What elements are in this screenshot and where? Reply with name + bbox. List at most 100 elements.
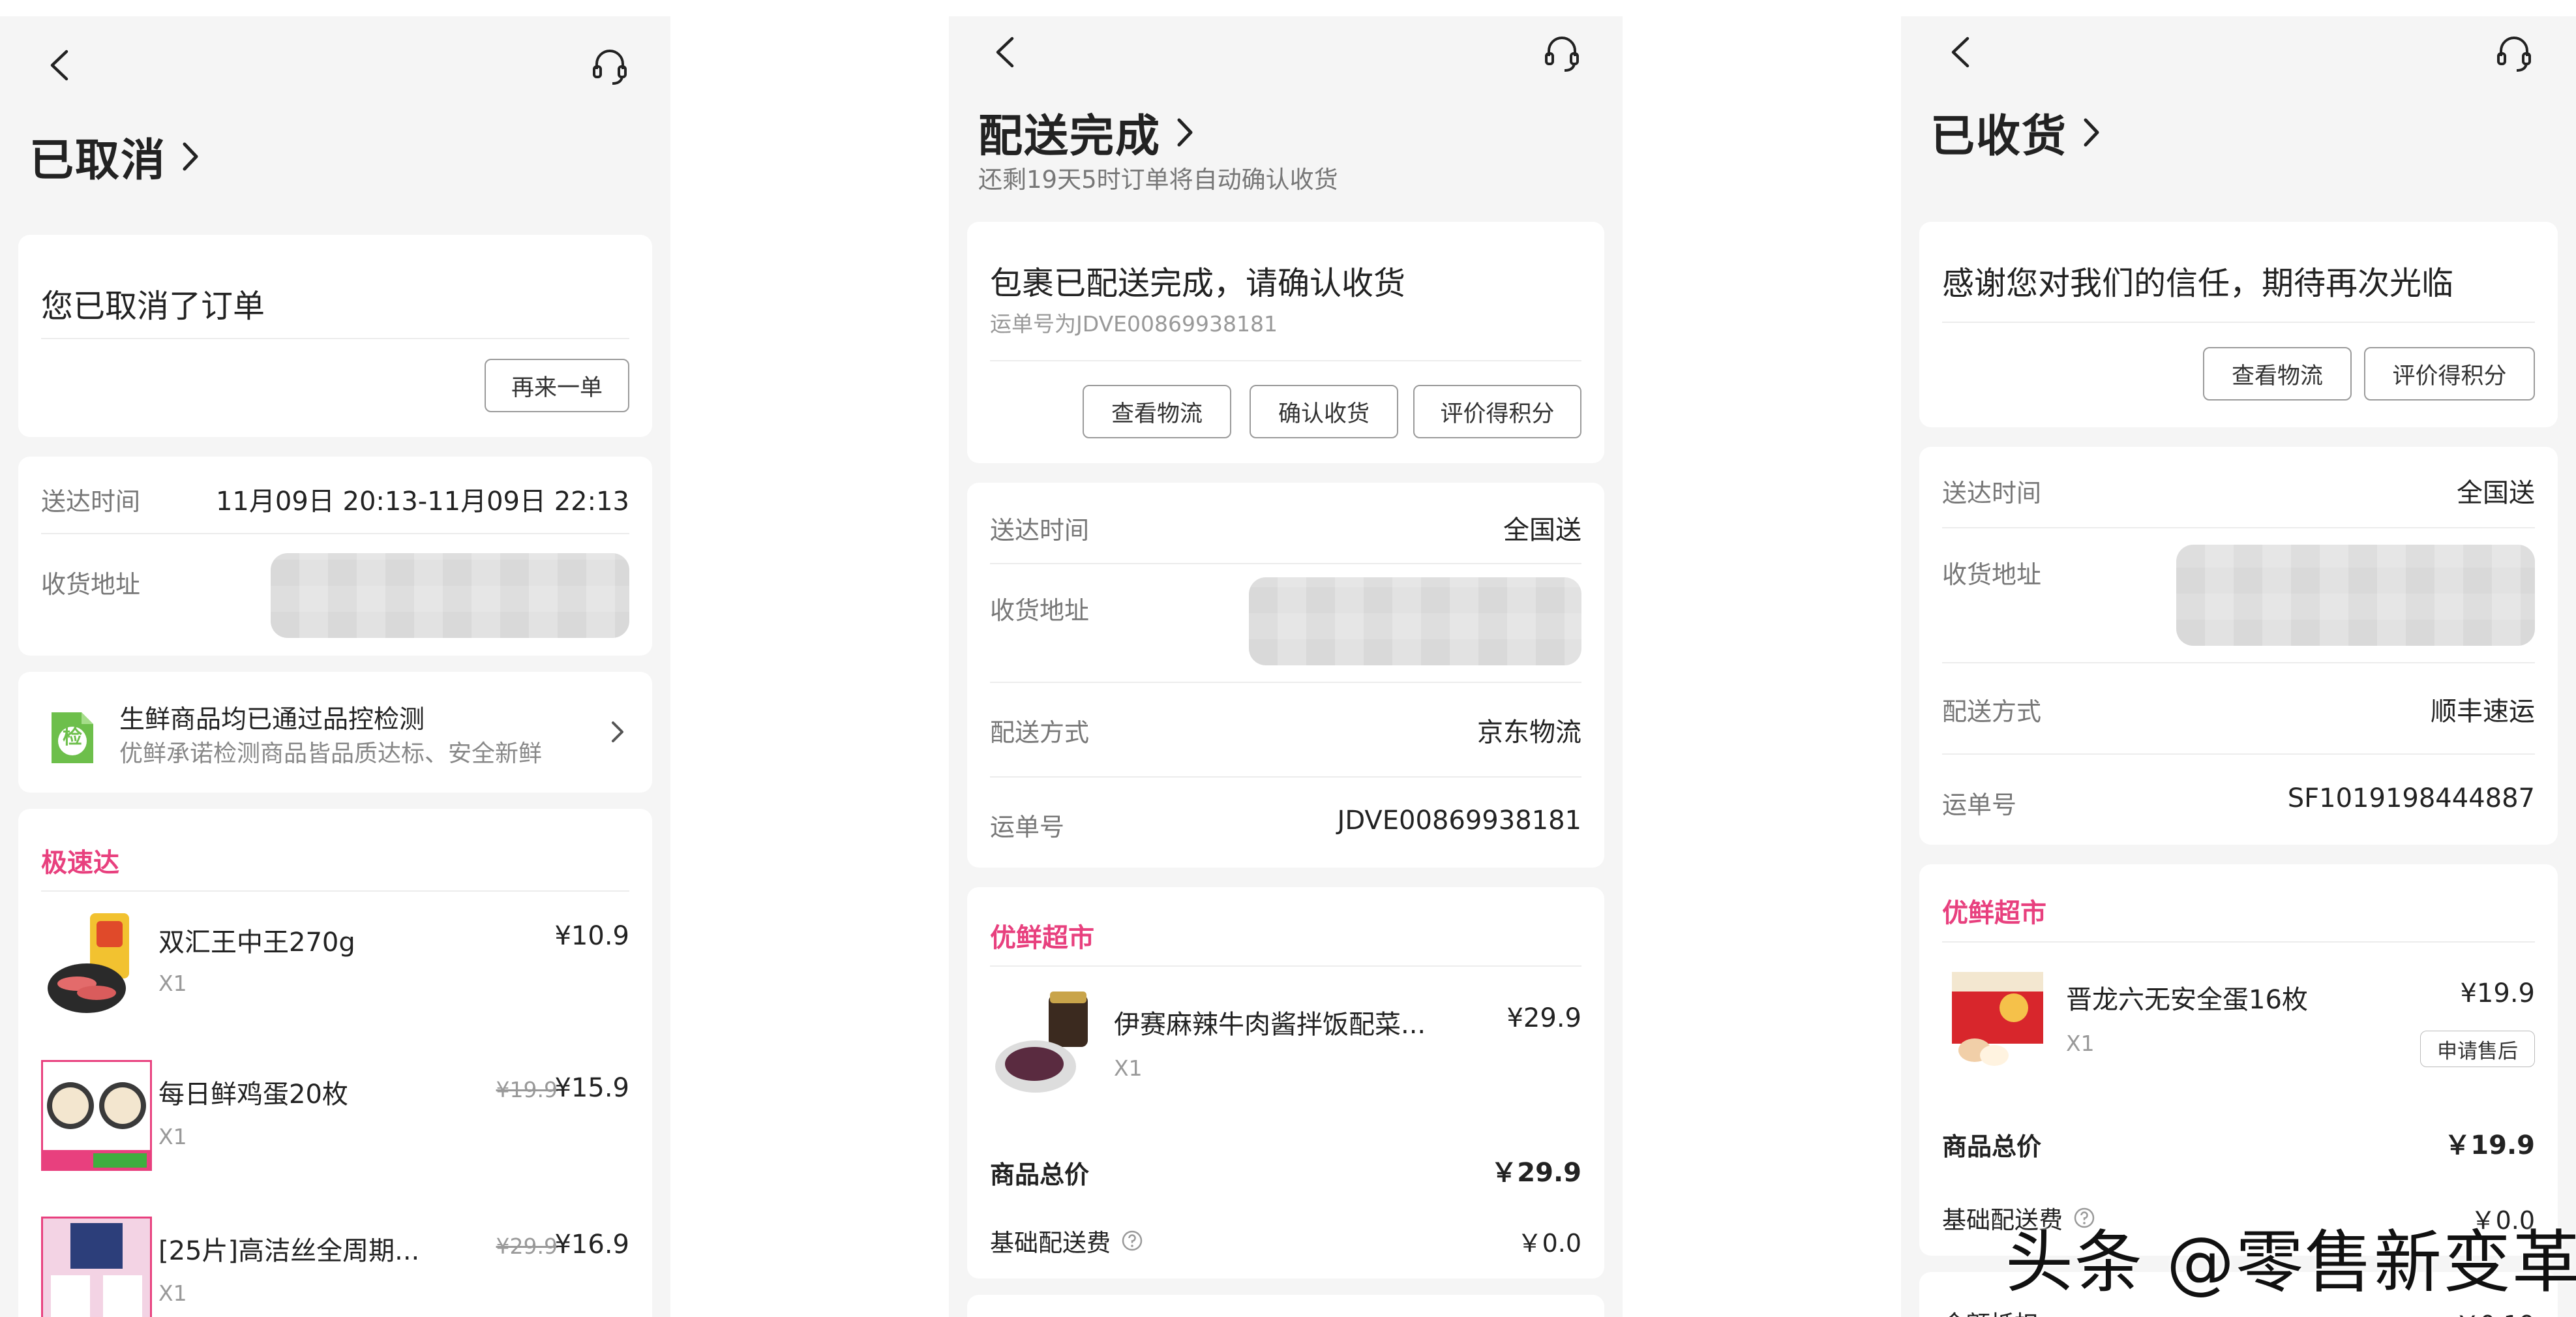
store-name: 优鲜超市 [990, 923, 1094, 953]
delivery-time-label: 送达时间 [41, 487, 141, 516]
quality-badge-text: 检 [63, 726, 82, 749]
divider [990, 776, 1581, 778]
delivery-time-value: 11月09日 20:13-11月09日 22:13 [215, 487, 629, 517]
store-name: 优鲜超市 [1942, 898, 2046, 928]
divider [41, 890, 629, 892]
waybill-value: SF1019198444887 [2287, 783, 2535, 813]
shipping-method-label: 配送方式 [990, 718, 1090, 747]
product-thumbnail-eggs [41, 1060, 152, 1171]
total-price-value: ￥19.9 [2444, 1130, 2535, 1160]
quality-subtitle: 优鲜承诺检测商品皆品质达标、安全新鲜 [119, 740, 543, 767]
product-qty: X1 [2066, 1031, 2095, 1056]
product-name: 晋龙六无安全蛋16枚 [2066, 985, 2308, 1015]
delivery-info-card: 送达时间 全国送 收货地址 配送方式 顺丰速运 运单号 SF1019198444… [1919, 447, 2558, 845]
order-status-title: 已取消 [29, 135, 167, 187]
chevron-right-icon [2084, 118, 2099, 146]
tracking-note: 运单号为JDVE00869938181 [990, 311, 1278, 337]
watermark: 头条 @零售新变革 [2005, 1222, 2576, 1302]
delivery-time-value: 全国送 [2457, 478, 2535, 508]
order-notice-card: 包裹已配送完成，请确认收货 运单号为JDVE00869938181 查看物流 确… [967, 222, 1604, 463]
customer-service-icon[interactable] [590, 46, 629, 87]
divider [1942, 941, 2535, 943]
product-thumbnail-pads [41, 1217, 152, 1317]
product-thumbnail-beef-sauce [995, 992, 1088, 1093]
shipping-method-label: 配送方式 [1942, 697, 2042, 726]
next-card [967, 1295, 1604, 1317]
product-qty: X1 [158, 971, 187, 996]
product-name: 每日鲜鸡蛋20枚 [158, 1080, 348, 1110]
divider [1942, 753, 2535, 755]
base-delivery-fee: 基础配送费 [990, 1223, 1143, 1258]
customer-service-icon[interactable] [2494, 33, 2534, 74]
order-status-header[interactable]: 已收货 [1930, 100, 2103, 164]
waybill-label: 运单号 [990, 813, 1065, 841]
chevron-right-icon [612, 721, 623, 742]
product-price: ¥19.9 [2460, 978, 2535, 1008]
product-qty: X1 [158, 1124, 187, 1149]
product-name: [25片]高洁丝全周期... [158, 1236, 420, 1266]
product-list-card: 优鲜超市 晋龙六无安全蛋16枚 X1 ¥19.9 申请售后 商品总价 ￥19.9… [1919, 864, 2558, 1256]
reorder-button[interactable]: 再来一单 [485, 359, 629, 412]
delivery-time-label: 送达时间 [990, 516, 1090, 545]
address-value-redacted [271, 553, 629, 638]
address-label: 收货地址 [990, 596, 1090, 625]
delivery-time-label: 送达时间 [1942, 479, 2042, 507]
product-price: ¥29.9 [1506, 1003, 1581, 1033]
order-notice-card: 感谢您对我们的信任，期待再次光临 查看物流 评价得积分 [1919, 222, 2558, 427]
customer-service-icon[interactable] [1542, 33, 1581, 74]
order-status-title: 已收货 [1930, 111, 2068, 162]
back-icon[interactable] [46, 49, 72, 82]
product-thumbnail-egg-box [1952, 972, 2043, 1066]
order-status-title: 配送完成 [978, 111, 1161, 162]
total-price-label: 商品总价 [990, 1160, 1090, 1189]
product-thumbnail-sausage [48, 913, 129, 1013]
waybill-label: 运单号 [1942, 791, 2017, 819]
order-notice-text: 您已取消了订单 [41, 288, 265, 325]
divider [990, 682, 1581, 683]
view-logistics-button[interactable]: 查看物流 [2203, 347, 2352, 401]
product-original-price: ¥29.9 [496, 1234, 558, 1259]
after-sales-button[interactable]: 申请售后 [2420, 1031, 2535, 1067]
waybill-value: JDVE00869938181 [1337, 806, 1581, 836]
back-icon[interactable] [991, 36, 1017, 68]
order-notice-card: 您已取消了订单 再来一单 [18, 235, 652, 437]
order-notice-text: 包裹已配送完成，请确认收货 [990, 265, 1406, 302]
help-icon[interactable] [1121, 1230, 1143, 1252]
shipping-method-value: 京东物流 [1477, 718, 1581, 748]
quality-check-banner[interactable]: 检 生鲜商品均已通过品控检测 优鲜承诺检测商品皆品质达标、安全新鲜 [18, 672, 652, 793]
shipping-method-value: 顺丰速运 [2431, 697, 2535, 727]
product-qty: X1 [158, 1280, 187, 1306]
address-value-redacted [2176, 545, 2535, 646]
order-screen-delivered: 配送完成 还剩19天5时订单将自动确认收货 包裹已配送完成，请确认收货 运单号为… [949, 16, 1623, 1317]
delivery-info-card: 送达时间 全国送 收货地址 配送方式 京东物流 运单号 JDVE00869938… [967, 483, 1604, 868]
product-price: ¥10.9 [554, 921, 629, 951]
store-name: 极速达 [41, 848, 119, 878]
total-price-label: 商品总价 [1942, 1132, 2042, 1161]
product-price: ¥16.9 [554, 1230, 629, 1260]
chevron-right-icon [183, 142, 198, 170]
address-value-redacted [1249, 577, 1581, 665]
back-icon[interactable] [1947, 36, 1973, 68]
divider [1942, 662, 2535, 663]
order-status-header[interactable]: 配送完成 [978, 100, 1196, 164]
delivery-time-value: 全国送 [1503, 515, 1581, 545]
address-label: 收货地址 [1942, 560, 2042, 589]
review-for-points-button[interactable]: 评价得积分 [2364, 347, 2535, 401]
chevron-right-icon [1177, 118, 1193, 146]
divider [41, 533, 629, 534]
order-status-header[interactable]: 已取消 [29, 124, 202, 189]
quality-title: 生鲜商品均已通过品控检测 [119, 705, 425, 734]
order-screen-cancelled: 已取消 您已取消了订单 再来一单 送达时间 11月09日 20:13-11月09… [0, 16, 670, 1317]
divider [41, 338, 629, 339]
review-for-points-button[interactable]: 评价得积分 [1413, 385, 1581, 438]
discount-label: 金额抵扣 [1942, 1305, 2039, 1317]
product-original-price: ¥19.9 [496, 1077, 558, 1102]
view-logistics-button[interactable]: 查看物流 [1083, 385, 1231, 438]
divider [990, 965, 1581, 967]
divider [990, 563, 1581, 564]
delivery-info-card: 送达时间 11月09日 20:13-11月09日 22:13 收货地址 [18, 457, 652, 656]
product-list-card: 极速达 双汇王中王270g X1 ¥10.9 每日鲜鸡蛋20枚 X1 ¥19.9… [18, 809, 652, 1317]
address-label: 收货地址 [41, 570, 141, 599]
product-list-card: 优鲜超市 伊赛麻辣牛肉酱拌饭配菜... X1 ¥29.9 商品总价 ￥29.9 … [967, 887, 1604, 1279]
confirm-receipt-button[interactable]: 确认收货 [1250, 385, 1398, 438]
